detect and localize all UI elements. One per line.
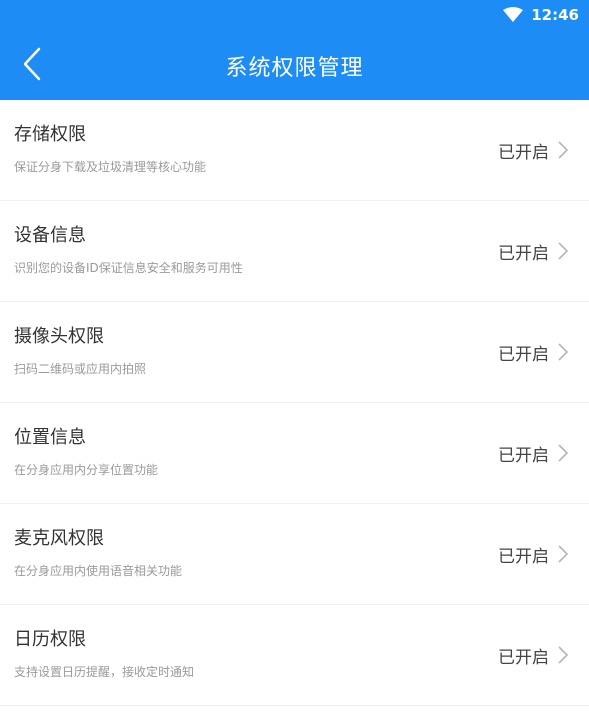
wifi-icon: [503, 7, 524, 23]
status-bar: 12:46: [0, 0, 589, 32]
chevron-right-icon: [557, 645, 569, 665]
item-desc: 保证分身下载及垃圾清理等核心功能: [14, 159, 207, 174]
chevron-right-icon: [557, 140, 569, 160]
item-title: 位置信息: [14, 426, 86, 448]
chevron-right-icon: [557, 241, 569, 261]
permission-item-microphone[interactable]: 麦克风权限 在分身应用内使用语音相关功能 已开启: [0, 504, 589, 605]
permission-list: 存储权限 保证分身下载及垃圾清理等核心功能 已开启 设备信息 识别您的设备ID保…: [0, 100, 589, 706]
item-title: 设备信息: [14, 224, 86, 246]
item-desc: 在分身应用内使用语音相关功能: [14, 563, 183, 578]
status-time: 12:46: [531, 6, 579, 24]
item-title: 日历权限: [14, 628, 86, 650]
item-status: 已开启: [498, 243, 549, 264]
back-arrow-icon: [22, 47, 42, 85]
back-button[interactable]: [12, 46, 52, 86]
item-status: 已开启: [498, 546, 549, 567]
item-text: 日历权限 支持设置日历提醒，接收定时通知: [14, 629, 498, 680]
item-text: 设备信息 识别您的设备ID保证信息安全和服务可用性: [14, 225, 498, 276]
item-text: 麦克风权限 在分身应用内使用语音相关功能: [14, 528, 498, 579]
chevron-right-icon: [557, 443, 569, 463]
permission-item-storage[interactable]: 存储权限 保证分身下载及垃圾清理等核心功能 已开启: [0, 100, 589, 201]
item-title: 麦克风权限: [14, 527, 104, 549]
item-desc: 支持设置日历提醒，接收定时通知: [14, 664, 195, 679]
item-status: 已开启: [498, 445, 549, 466]
toolbar: 系统权限管理: [0, 32, 589, 100]
item-desc: 在分身应用内分享位置功能: [14, 462, 159, 477]
item-text: 位置信息 在分身应用内分享位置功能: [14, 427, 498, 478]
item-text: 摄像头权限 扫码二维码或应用内拍照: [14, 326, 498, 377]
item-title: 存储权限: [14, 123, 86, 145]
item-desc: 识别您的设备ID保证信息安全和服务可用性: [14, 260, 243, 275]
item-text: 存储权限 保证分身下载及垃圾清理等核心功能: [14, 124, 498, 175]
permission-item-device-info[interactable]: 设备信息 识别您的设备ID保证信息安全和服务可用性 已开启: [0, 201, 589, 302]
app-header: 12:46 系统权限管理: [0, 0, 589, 100]
chevron-right-icon: [557, 342, 569, 362]
permission-item-calendar[interactable]: 日历权限 支持设置日历提醒，接收定时通知 已开启: [0, 605, 589, 706]
chevron-right-icon: [557, 544, 569, 564]
item-desc: 扫码二维码或应用内拍照: [14, 361, 147, 376]
item-status: 已开启: [498, 647, 549, 668]
permission-item-location[interactable]: 位置信息 在分身应用内分享位置功能 已开启: [0, 403, 589, 504]
item-status: 已开启: [498, 142, 549, 163]
status-right: 12:46: [503, 6, 579, 24]
item-title: 摄像头权限: [14, 325, 104, 347]
permission-item-camera[interactable]: 摄像头权限 扫码二维码或应用内拍照 已开启: [0, 302, 589, 403]
page-title: 系统权限管理: [225, 56, 364, 81]
item-status: 已开启: [498, 344, 549, 365]
